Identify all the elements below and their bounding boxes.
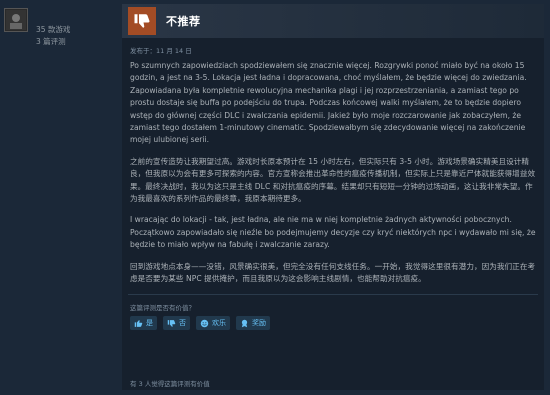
smiley-icon bbox=[200, 319, 209, 328]
award-label: 奖励 bbox=[252, 319, 266, 327]
games-owned-link[interactable]: 35 款游戏 bbox=[36, 24, 70, 36]
review-header[interactable]: 不推荐 bbox=[122, 4, 544, 38]
vote-no-button[interactable]: 否 bbox=[163, 316, 190, 330]
award-icon bbox=[240, 319, 249, 328]
reviews-count-link[interactable]: 3 篇评测 bbox=[36, 36, 70, 48]
review-paragraph-zh-1: 之前的宣传造势让我期望过高。游戏时长原本预计在 15 小时左右，但实际只有 3-… bbox=[130, 156, 536, 204]
vote-buttons: 是 否 欢乐 奖励 bbox=[130, 316, 270, 330]
review-card: 不推荐 发布于：11 月 14 日 Po szumnych zapowiedzi… bbox=[122, 4, 544, 390]
reviewer-panel: 35 款游戏 3 篇评测 bbox=[0, 0, 120, 395]
user-stats: 35 款游戏 3 篇评测 bbox=[36, 24, 70, 48]
review-paragraph-pl-2: I wracając do lokacji - tak, jest ładna,… bbox=[130, 215, 536, 250]
review-body: Po szumnych zapowiedziach spodziewałem s… bbox=[130, 60, 540, 295]
review-paragraph-zh-2: 回到游戏地点本身——没错，风景确实很美，但完全没有任何支线任务。一开始，我觉得这… bbox=[130, 261, 536, 284]
review-paragraph-pl-1: Po szumnych zapowiedziach spodziewałem s… bbox=[130, 61, 527, 145]
vote-yes-label: 是 bbox=[146, 319, 153, 327]
avatar[interactable] bbox=[4, 8, 28, 32]
vote-no-label: 否 bbox=[179, 319, 186, 327]
thumbs-down-icon bbox=[128, 7, 156, 35]
divider bbox=[128, 294, 538, 295]
vote-yes-button[interactable]: 是 bbox=[130, 316, 157, 330]
helpful-count: 有 3 人觉得这篇评测有价值 bbox=[130, 380, 210, 388]
thumbs-up-icon bbox=[134, 319, 143, 328]
helpful-question: 这篇评测是否有价值？ bbox=[130, 304, 195, 312]
review-verdict: 不推荐 bbox=[166, 15, 201, 28]
thumbs-down-icon bbox=[167, 319, 176, 328]
avatar-image bbox=[6, 10, 26, 30]
vote-funny-label: 欢乐 bbox=[212, 319, 226, 327]
posted-date: 发布于：11 月 14 日 bbox=[130, 47, 192, 55]
award-button[interactable]: 奖励 bbox=[236, 316, 270, 330]
vote-funny-button[interactable]: 欢乐 bbox=[196, 316, 230, 330]
